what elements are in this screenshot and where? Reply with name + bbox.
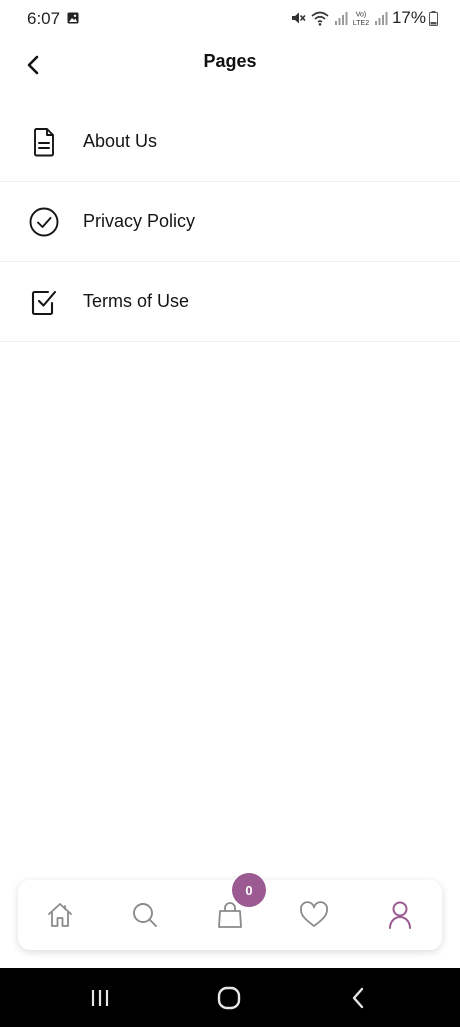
menu-item-privacy-policy[interactable]: Privacy Policy bbox=[0, 182, 460, 262]
menu-item-about-us[interactable]: About Us bbox=[0, 102, 460, 182]
tab-profile[interactable] bbox=[382, 897, 418, 933]
signal-icon-2 bbox=[374, 12, 388, 25]
back-arrow-icon bbox=[352, 987, 364, 1009]
status-icons: Vo) LTE2 17% bbox=[290, 8, 438, 28]
gallery-notification-icon bbox=[67, 12, 79, 24]
user-icon bbox=[389, 901, 411, 929]
menu-item-label: Privacy Policy bbox=[83, 211, 196, 231]
status-bar: 6:07 Vo) LTE2 17% bbox=[0, 0, 460, 36]
page-title: Pages bbox=[203, 51, 257, 71]
wifi-icon bbox=[311, 11, 329, 26]
signal-icon bbox=[334, 12, 348, 25]
tab-search[interactable] bbox=[127, 897, 163, 933]
checkbox-checked-icon bbox=[31, 290, 57, 316]
bottom-tab-bar: 0 bbox=[18, 873, 442, 950]
app-header: Pages bbox=[0, 36, 460, 92]
pages-menu: About Us Privacy Policy Terms of Use bbox=[0, 102, 460, 342]
status-time: 6:07 bbox=[27, 9, 61, 28]
system-nav-bar bbox=[0, 968, 460, 1027]
tab-home[interactable] bbox=[42, 897, 78, 933]
lte-icon: Vo) LTE2 bbox=[353, 12, 369, 28]
svg-text:Vo): Vo) bbox=[356, 12, 367, 19]
recent-apps-button[interactable] bbox=[85, 983, 115, 1013]
battery-icon bbox=[429, 10, 438, 26]
heart-icon bbox=[300, 901, 328, 927]
recent-apps-icon bbox=[91, 990, 109, 1006]
home-button[interactable] bbox=[214, 983, 244, 1013]
svg-text:LTE2: LTE2 bbox=[353, 20, 369, 27]
system-back-button[interactable] bbox=[343, 983, 373, 1013]
menu-item-label: Terms of Use bbox=[83, 291, 190, 311]
menu-item-label: About Us bbox=[83, 131, 158, 151]
search-icon bbox=[133, 903, 157, 927]
home-circle-icon bbox=[217, 986, 241, 1010]
menu-item-terms-of-use[interactable]: Terms of Use bbox=[0, 262, 460, 342]
check-circle-icon bbox=[29, 207, 59, 237]
document-icon bbox=[34, 128, 54, 157]
tab-wishlist[interactable] bbox=[296, 897, 332, 933]
home-icon bbox=[48, 903, 72, 927]
mute-icon bbox=[291, 12, 306, 24]
cart-count-badge: 0 bbox=[232, 873, 266, 907]
battery-level: 17% bbox=[391, 8, 426, 27]
